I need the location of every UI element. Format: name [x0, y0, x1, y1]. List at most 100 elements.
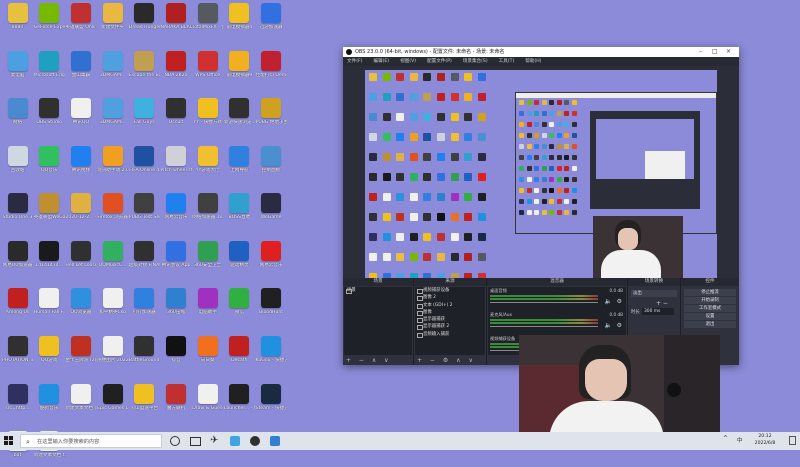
desktop-icon[interactable]: 8880: [2, 3, 33, 39]
desktop-icon[interactable]: QQ音乐: [34, 145, 65, 182]
desktop-icon[interactable]: QQ浏览器: [65, 288, 96, 324]
desktop-icon[interactable]: BloodHunt: [256, 288, 287, 324]
source-item[interactable]: 显示器捕获 2: [415, 323, 485, 331]
obs-menu-item[interactable]: 帮助(H): [525, 59, 541, 64]
desktop-icon[interactable]: 迅游加速器: [256, 3, 287, 39]
desktop-icon[interactable]: 新游快速浏览...: [224, 98, 255, 134]
desktop-icon[interactable]: NBA 2K20: [161, 50, 192, 87]
desktop-icon[interactable]: 抖音: [161, 335, 192, 372]
desktop-icon[interactable]: 火山盟速平台: [129, 383, 160, 420]
source-item[interactable]: 图像: [415, 309, 485, 317]
desktop-icon[interactable]: 微信: [224, 288, 255, 324]
desktop-icon[interactable]: 回收站: [2, 145, 33, 182]
desktop-icon[interactable]: 向日葵: [192, 335, 223, 372]
desktop-icon[interactable]: 360压缩: [161, 288, 192, 324]
desktop-icon[interactable]: 魔方联机: [161, 383, 192, 420]
obs-menu-item[interactable]: 文件(F): [347, 59, 362, 64]
desktop-icon[interactable]: 雷电模拟器9: [224, 50, 255, 87]
desktop-icon[interactable]: 网络加速器 1v5000...: [192, 193, 223, 229]
taskbar-app-icon[interactable]: ✈: [210, 435, 222, 447]
desktop-icon[interactable]: TotalMixFX - 快捷方式: [192, 3, 223, 39]
desktop-icon[interactable]: Steam - 快捷方式: [256, 383, 287, 420]
obs-preview[interactable]: [365, 70, 717, 296]
speaker-icon[interactable]: 🔈: [605, 322, 612, 329]
desktop-icon[interactable]: Fall Guys: [129, 98, 160, 134]
desktop-icon[interactable]: QQ游戏: [34, 335, 65, 372]
windows-start-icon[interactable]: [4, 436, 13, 445]
source-item[interactable]: 图像 2: [415, 294, 485, 302]
desktop-icon[interactable]: NARAKA BLADEPOI...: [161, 3, 192, 39]
desktop-icon[interactable]: 2020-12-2... - 快捷方式: [65, 193, 96, 229]
scene-item[interactable]: 场景: [344, 287, 412, 295]
desktop-icon[interactable]: 现货助手动 2.0: [97, 145, 128, 182]
transition-add-remove[interactable]: + −: [656, 300, 668, 307]
duration-input[interactable]: 300 ms: [642, 308, 674, 315]
desktop-icon[interactable]: Escape the Backrooms: [129, 50, 160, 87]
scenes-list[interactable]: 场景: [344, 287, 412, 355]
desktop-icon[interactable]: 上网导航: [224, 145, 255, 182]
maximize-icon[interactable]: □: [712, 47, 718, 57]
taskbar-obs-icon[interactable]: [250, 436, 260, 446]
tray-language[interactable]: 中: [737, 436, 743, 444]
transition-select[interactable]: 淡出: [631, 290, 677, 297]
tray-chevron-icon[interactable]: ^: [723, 435, 728, 442]
desktop-icon[interactable]: BattleGrounds Games L...: [129, 335, 160, 372]
sources-list[interactable]: 视频捕获设备 图像 2 文本 (GDI+) 2 图像 显示器捕获 显示器捕获 2 音频输入捕…: [415, 287, 485, 355]
desktop-icon[interactable]: 腾讯QQ: [65, 98, 96, 134]
obs-menu-item[interactable]: 场景集合(S): [463, 59, 488, 64]
control-button[interactable]: 退出: [684, 321, 736, 328]
desktop-icon[interactable]: GeForce Experience: [34, 3, 65, 39]
desktop-icon[interactable]: 网络: [2, 98, 33, 134]
desktop-icon[interactable]: 新建文件夹: [97, 3, 128, 39]
desktop-icon[interactable]: WPS Office: [192, 50, 223, 87]
desktop-icon[interactable]: PUBG 绝地求生: [256, 98, 287, 134]
taskbar-app2-icon[interactable]: [270, 436, 280, 446]
obs-title-bar[interactable]: OBS 23.0.0 (64-bit, windows) - 配置文件: 未命名…: [343, 47, 739, 57]
source-item[interactable]: 显示器捕获: [415, 316, 485, 324]
desktop-icon[interactable]: Epic Games Launcher: [97, 383, 128, 420]
speaker-icon[interactable]: 🔈: [605, 298, 612, 305]
minimize-icon[interactable]: –: [699, 47, 702, 57]
desktop-icon[interactable]: 网易云音乐: [161, 193, 192, 229]
desktop-icon[interactable]: Decath: [224, 335, 255, 372]
desktop-icon[interactable]: 14141474...: [34, 240, 65, 277]
desktop-icon[interactable]: YY - 快捷方式: [192, 98, 223, 134]
source-item[interactable]: 文本 (GDI+) 2: [415, 302, 485, 309]
cortana-icon[interactable]: [170, 436, 180, 446]
desktop-icon[interactable]: KuGou - 快捷方式: [256, 335, 287, 372]
desktop-icon[interactable]: WeGame: [256, 193, 287, 229]
desktop-icon[interactable]: 酷狗音乐: [34, 383, 65, 420]
obs-menu-item[interactable]: 编辑(E): [373, 59, 389, 64]
desktop-icon[interactable]: Microsoft Edge: [34, 50, 65, 87]
volume-slider[interactable]: [490, 302, 598, 303]
desktop-icon[interactable]: Firefox 浏览器: [97, 193, 128, 229]
control-button[interactable]: 设置: [684, 313, 736, 320]
desktop-icon[interactable]: 英雄联盟WeGame 平台: [34, 193, 65, 229]
desktop-icon[interactable]: src=http...: [2, 383, 33, 420]
desktop-icon[interactable]: Pitch wheel.sfl: [161, 145, 192, 182]
desktop-icon[interactable]: Human Fall Flat: [34, 288, 65, 324]
desktop-icon[interactable]: 控制面板: [256, 145, 287, 182]
desktop-icon[interactable]: 腾讯视频: [65, 145, 96, 182]
desktop-icon[interactable]: YY游戏大厅: [192, 145, 223, 182]
source-item[interactable]: 音频输入捕获: [415, 331, 485, 339]
taskbar-clock[interactable]: 20:12 2022/6/8: [747, 434, 783, 447]
desktop-icon[interactable]: 随便图片 2022...: [97, 335, 128, 372]
obs-menu-item[interactable]: 工具(T): [499, 59, 515, 64]
desktop-icon[interactable]: 3DMGAM...: [97, 98, 128, 134]
desktop-icon[interactable]: PHOTATION To FEAR: [2, 335, 33, 372]
desktop-icon[interactable]: Among Us: [2, 288, 33, 324]
desktop-icon[interactable]: BOSS直聘: [224, 193, 255, 229]
control-button[interactable]: 开始录制: [684, 297, 736, 304]
desktop-icon[interactable]: 佳能打印 Demo: [256, 50, 287, 87]
control-button[interactable]: 工作室模式: [684, 305, 736, 312]
volume-slider[interactable]: [490, 326, 598, 327]
desktop-icon[interactable]: 此电脑: [2, 50, 33, 87]
desktop-icon[interactable]: 3DMGAM...: [97, 50, 128, 87]
taskbar-edge-icon[interactable]: [230, 436, 240, 446]
close-icon[interactable]: ×: [726, 47, 731, 57]
desktop-icon[interactable]: QQMusicC...: [97, 240, 128, 277]
sources-dock-toolbar[interactable]: + − ⚙ ∧ ∨: [417, 357, 476, 364]
desktop-icon[interactable]: 腾讯会议 App: [161, 240, 192, 277]
desktop-icon[interactable]: 新建文本文档 (3).txt: [65, 383, 96, 420]
